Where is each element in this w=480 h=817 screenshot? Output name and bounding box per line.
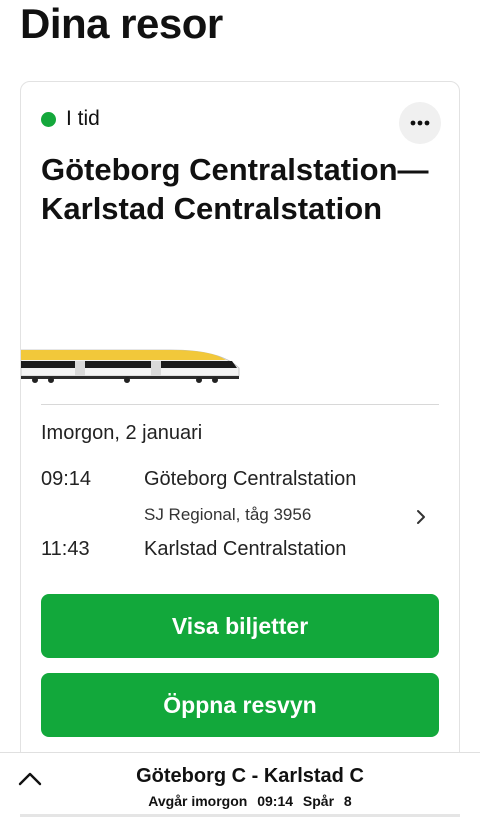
status-dot-icon	[41, 111, 56, 127]
platform-number: 8	[343, 793, 352, 809]
trip-status: I tid	[41, 107, 100, 131]
departure-time: 09:14	[41, 468, 92, 490]
bottom-trip-bar[interactable]: Göteborg C - Karlstad C Avgår imorgon 09…	[0, 752, 480, 817]
bottom-route: Göteborg C - Karlstad C	[136, 765, 364, 787]
trip-card[interactable]: I tid Göteborg Centralstation—Karlstad C…	[20, 81, 460, 783]
trips-page: Dina resor I tid Göteborg Centralstation…	[0, 0, 480, 817]
chevron-right-icon[interactable]	[411, 507, 431, 527]
open-trip-view-button[interactable]: Öppna resvyn	[41, 673, 439, 737]
show-tickets-button[interactable]: Visa biljetter	[41, 594, 439, 658]
travel-date: Imorgon, 2 januari	[41, 422, 203, 444]
train-illustration	[21, 349, 240, 383]
platform-label: Spår	[302, 793, 335, 809]
divider	[41, 404, 439, 405]
arrival-time: 11:43	[41, 538, 90, 560]
departure-time-short: 09:14	[257, 793, 294, 809]
departure-label: Avgår imorgon	[148, 793, 248, 809]
more-horizontal-icon	[410, 120, 430, 126]
status-label: I tid	[66, 107, 100, 130]
bottom-departure-info: Avgår imorgon 09:14 Spår 8	[0, 793, 480, 809]
route-title: Göteborg Centralstation—Karlstad Central…	[41, 152, 429, 226]
more-options-button[interactable]	[399, 102, 441, 144]
arrival-station: Karlstad Centralstation	[144, 538, 347, 560]
train-info: SJ Regional, tåg 3956	[144, 505, 312, 524]
departure-station: Göteborg Centralstation	[144, 468, 357, 490]
page-title: Dina resor	[20, 0, 223, 47]
